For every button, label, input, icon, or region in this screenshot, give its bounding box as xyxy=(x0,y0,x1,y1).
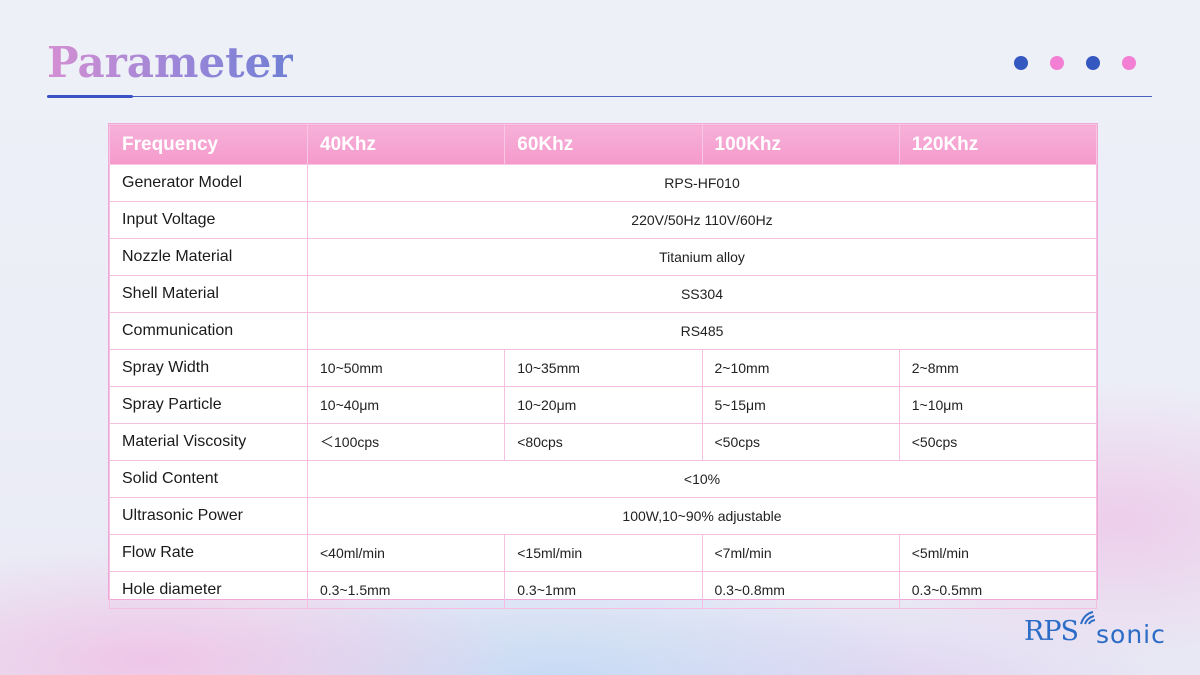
row-label: Input Voltage xyxy=(109,201,308,239)
header-cell: 120Khz xyxy=(898,124,1098,165)
spanned-value-cell: RS485 xyxy=(307,312,1097,350)
value-cell: 10~40μm xyxy=(306,386,506,424)
spanned-value-cell: SS304 xyxy=(307,275,1097,313)
table-row: Solid Content <10% xyxy=(109,460,1097,498)
page-title: Parameter xyxy=(47,38,294,87)
value-cell: <15ml/min xyxy=(504,534,703,572)
row-label: Generator Model xyxy=(109,164,308,202)
table-row: Spray Particle 10~40μm 10~20μm 5~15μm 1~10μm xyxy=(109,386,1098,424)
table-row: Flow Rate <40ml/min <15ml/min <7ml/min <5ml/… xyxy=(109,534,1098,572)
spanned-value-cell: 100W,10~90% adjustable xyxy=(307,497,1097,535)
row-label: Flow Rate xyxy=(109,534,308,572)
value-cell: <7ml/min xyxy=(701,534,900,572)
spanned-value-cell: RPS-HF010 xyxy=(307,164,1097,202)
spanned-value-cell: 220V/50Hz 110V/60Hz xyxy=(307,201,1097,239)
row-label: Spray Width xyxy=(109,349,308,387)
value-cell: 2~8mm xyxy=(898,349,1098,387)
value-cell: 5~15μm xyxy=(701,386,900,424)
table-row: Communication RS485 xyxy=(109,312,1097,350)
value-cell: ＜100cps xyxy=(306,423,506,461)
row-label: Shell Material xyxy=(109,275,308,313)
value-cell: <5ml/min xyxy=(898,534,1098,572)
dot-4 xyxy=(1122,56,1136,70)
value-cell: 10~50mm xyxy=(306,349,506,387)
spanned-value-cell: Titanium alloy xyxy=(307,238,1097,276)
table-row: Hole diameter 0.3~1.5mm 0.3~1mm 0.3~0.8mm 0.… xyxy=(109,571,1098,609)
row-label: Spray Particle xyxy=(109,386,308,424)
table-row: Nozzle Material Titanium alloy xyxy=(109,238,1097,276)
table-row: Generator Model RPS-HF010 xyxy=(109,164,1097,202)
row-label: Nozzle Material xyxy=(109,238,308,276)
table-row: Shell Material SS304 xyxy=(109,275,1097,313)
value-cell: 0.3~1mm xyxy=(504,571,703,609)
value-cell: <80cps xyxy=(504,423,703,461)
table-body: Generator Model RPS-HF010 Input Voltage 220… xyxy=(109,164,1098,609)
decorative-dots xyxy=(1014,56,1136,70)
row-label: Communication xyxy=(109,312,308,350)
spanned-value-cell: <10% xyxy=(307,460,1097,498)
value-cell: 0.3~0.8mm xyxy=(701,571,900,609)
value-cell: 2~10mm xyxy=(701,349,900,387)
logo-text-rps: RPS xyxy=(1024,616,1079,647)
value-cell: 1~10μm xyxy=(898,386,1098,424)
table-row: Ultrasonic Power 100W,10~90% adjustable xyxy=(109,497,1097,535)
value-cell: 0.3~1.5mm xyxy=(306,571,506,609)
value-cell: <50cps xyxy=(898,423,1098,461)
parameter-table: Frequency 40Khz 60Khz 100Khz 120Khz Gene… xyxy=(109,124,1098,609)
header-cell: 40Khz xyxy=(306,124,506,165)
parameter-table-container: Frequency 40Khz 60Khz 100Khz 120Khz Gene… xyxy=(108,123,1098,609)
dot-3 xyxy=(1086,56,1100,70)
table-row: Material Viscosity ＜100cps <80cps <50cps <50… xyxy=(109,423,1098,461)
value-cell: <40ml/min xyxy=(306,534,506,572)
row-label: Ultrasonic Power xyxy=(109,497,308,535)
row-label: Solid Content xyxy=(109,460,308,498)
dot-1 xyxy=(1014,56,1028,70)
title-divider xyxy=(47,96,1152,97)
header-cell: 100Khz xyxy=(701,124,900,165)
table-row: Input Voltage 220V/50Hz 110V/60Hz xyxy=(109,201,1097,239)
value-cell: <50cps xyxy=(701,423,900,461)
row-label: Material Viscosity xyxy=(109,423,308,461)
value-cell: 0.3~0.5mm xyxy=(898,571,1098,609)
dot-2 xyxy=(1050,56,1064,70)
header-cell: Frequency xyxy=(109,124,308,165)
table-row: Spray Width 10~50mm 10~35mm 2~10mm 2~8mm xyxy=(109,349,1098,387)
table-header-row: Frequency 40Khz 60Khz 100Khz 120Khz xyxy=(109,124,1098,165)
title-divider-accent xyxy=(47,95,133,98)
rps-sonic-logo: RPS sonic xyxy=(1024,608,1166,654)
logo-text-sonic: sonic xyxy=(1096,620,1166,649)
header-cell: 60Khz xyxy=(504,124,703,165)
value-cell: 10~35mm xyxy=(504,349,703,387)
value-cell: 10~20μm xyxy=(504,386,703,424)
row-label: Hole diameter xyxy=(109,571,308,609)
